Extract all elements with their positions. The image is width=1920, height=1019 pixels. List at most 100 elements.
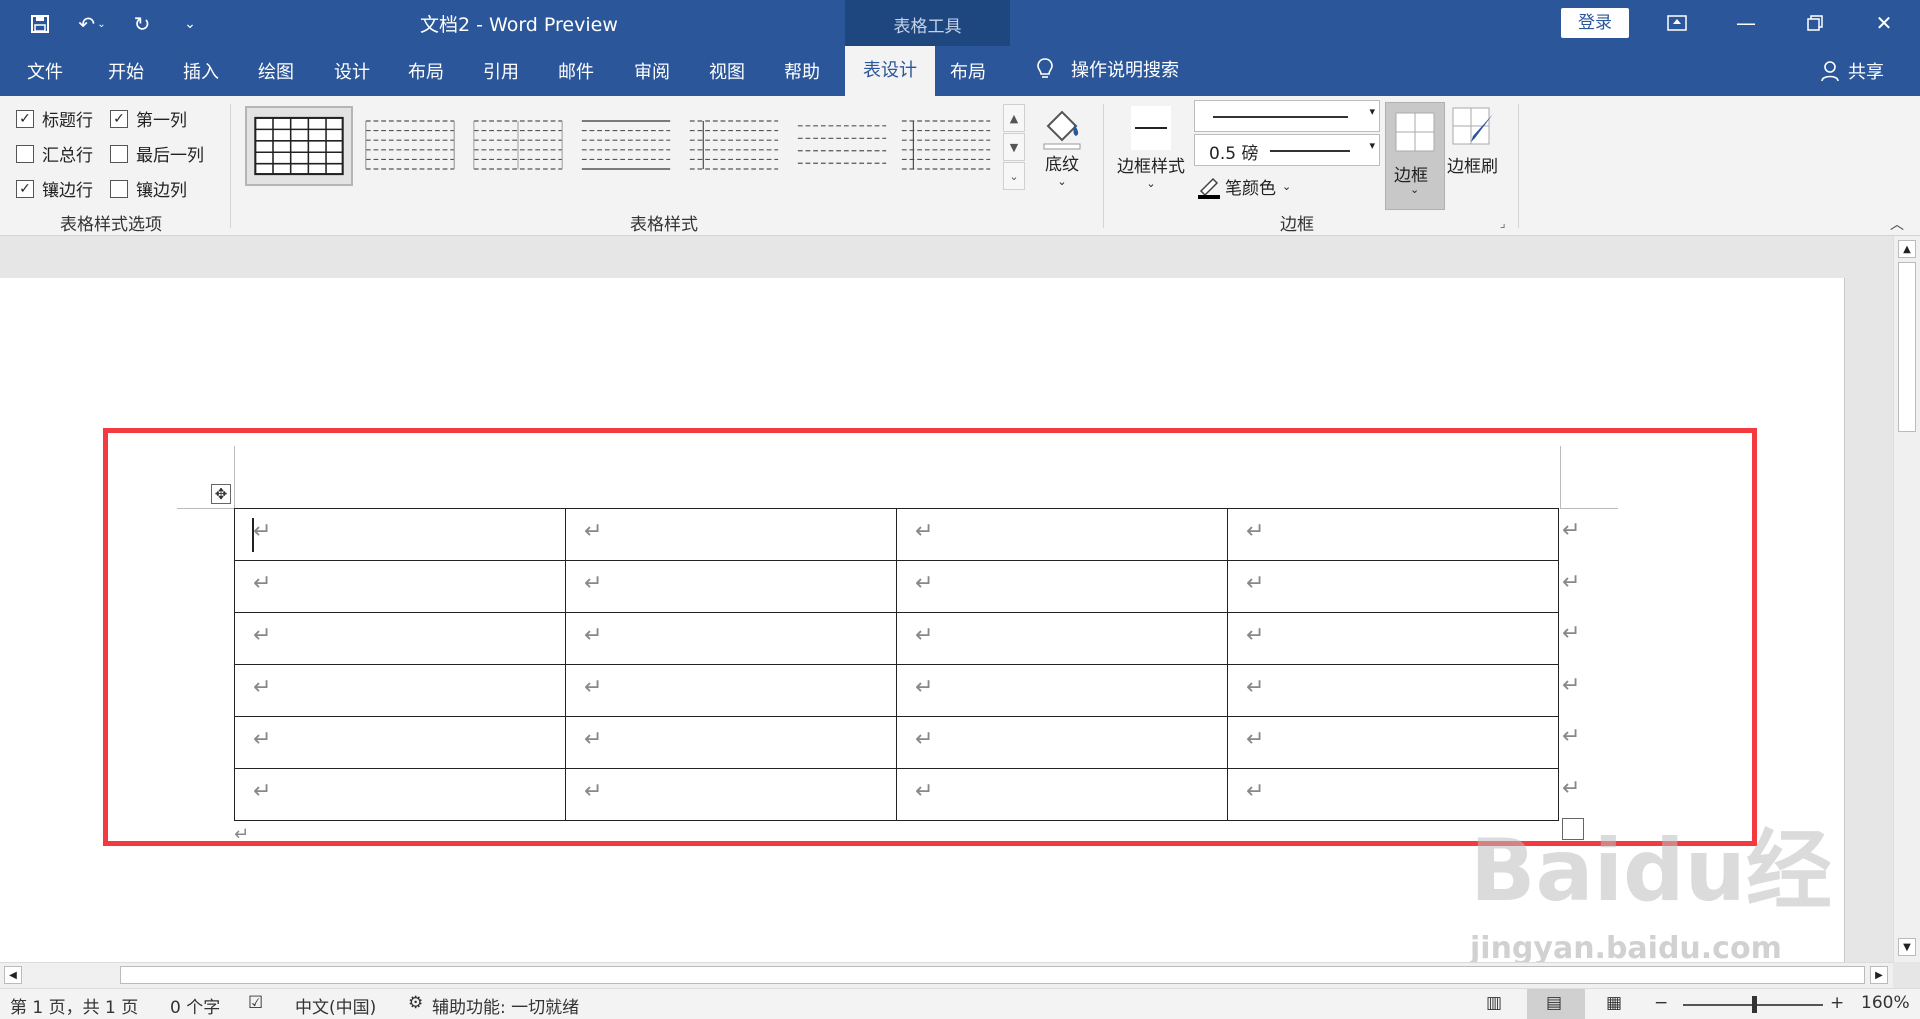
- accessibility-icon[interactable]: ⚙: [408, 993, 423, 1013]
- watermark: Baidu经验 jingyan.baidu.com: [1469, 820, 1918, 970]
- login-button[interactable]: 登录: [1561, 8, 1629, 38]
- border-style-icon: [1131, 106, 1171, 150]
- table-style-plain-3[interactable]: [578, 108, 674, 182]
- scroll-up-icon[interactable]: ▲: [1898, 240, 1916, 258]
- borders-group-label: 边框: [1280, 215, 1314, 235]
- tab-draw[interactable]: 绘图: [258, 58, 294, 84]
- page-count[interactable]: 第 1 页，共 1 页: [10, 993, 138, 1018]
- tab-layout[interactable]: 布局: [408, 58, 444, 84]
- print-layout-button[interactable]: ▤: [1527, 989, 1585, 1019]
- scroll-down-icon[interactable]: ▼: [1898, 938, 1916, 956]
- table-style-options-label: 表格样式选项: [60, 215, 162, 235]
- vertical-scroll-thumb[interactable]: [1898, 262, 1916, 432]
- checkbox-unchecked: [110, 144, 128, 163]
- total-row-checkbox[interactable]: 汇总行: [16, 141, 93, 166]
- vertical-scrollbar[interactable]: ▲ ▼: [1893, 236, 1920, 962]
- table-style-grid[interactable]: [245, 106, 353, 186]
- tab-references[interactable]: 引用: [483, 58, 519, 84]
- zoom-in-icon[interactable]: +: [1830, 993, 1844, 1013]
- chevron-down-icon: ⌄: [1057, 175, 1067, 188]
- table-tools-label: 表格工具: [893, 17, 962, 37]
- tab-home[interactable]: 开始: [108, 58, 144, 84]
- last-column-label: 最后一列: [136, 146, 204, 166]
- horizontal-scroll-thumb[interactable]: [120, 966, 1865, 984]
- close-icon[interactable]: ✕: [1864, 8, 1904, 38]
- tab-review[interactable]: 审阅: [634, 58, 670, 84]
- shading-button[interactable]: 底纹 ⌄: [1040, 104, 1084, 188]
- table-style-plain-1[interactable]: [362, 108, 458, 182]
- status-bar: 第 1 页，共 1 页 0 个字 ☑ 中文(中国) ⚙ 辅助功能: 一切就绪 ▥…: [0, 988, 1920, 1019]
- line-weight-preview: [1270, 150, 1350, 152]
- paint-bucket-icon: [1043, 110, 1081, 150]
- gallery-scroll-down-icon[interactable]: ▼: [1003, 133, 1025, 161]
- minimize-icon[interactable]: —: [1726, 8, 1766, 38]
- gallery-scroll-up-icon[interactable]: ▲: [1003, 104, 1025, 132]
- gallery-more-icon[interactable]: ⌄: [1003, 162, 1025, 190]
- ribbon-tabs: 文件 开始 插入 绘图 设计 布局 引用 邮件 审阅 视图 帮助 表设计 布局 …: [0, 46, 1920, 96]
- tab-table-design[interactable]: 表设计: [845, 46, 935, 96]
- word-count[interactable]: 0 个字: [170, 993, 220, 1018]
- title-bar: ↶ ⌄ ↻ ⌄ 文档2 - Word Preview 表格工具 登录 — ✕: [0, 0, 1920, 96]
- borders-icon: [1395, 112, 1435, 152]
- line-weight-dropdown[interactable]: 0.5 磅 ▾: [1194, 134, 1380, 166]
- accessibility-status[interactable]: 辅助功能: 一切就绪: [432, 993, 579, 1018]
- customize-quick-access-icon[interactable]: ⌄: [178, 12, 202, 36]
- horizontal-scrollbar[interactable]: ◀ ▶: [0, 962, 1893, 988]
- banded-rows-label: 镶边行: [42, 181, 93, 201]
- tab-view[interactable]: 视图: [709, 58, 745, 84]
- shading-label: 底纹: [1045, 155, 1079, 175]
- scroll-right-icon[interactable]: ▶: [1870, 966, 1888, 984]
- pen-icon: [1198, 177, 1220, 199]
- watermark-url: jingyan.baidu.com: [1470, 931, 1782, 966]
- table-style-plain-2[interactable]: [470, 108, 566, 182]
- restore-icon[interactable]: [1795, 8, 1835, 38]
- proofing-icon[interactable]: ☑: [248, 993, 263, 1013]
- undo-icon[interactable]: ↶ ⌄: [72, 12, 112, 36]
- language-indicator[interactable]: 中文(中国): [295, 993, 376, 1018]
- tell-me-search[interactable]: 操作说明搜索: [1035, 56, 1179, 82]
- tell-me-label: 操作说明搜索: [1071, 60, 1179, 81]
- share-button[interactable]: 共享: [1820, 58, 1884, 84]
- redo-icon[interactable]: ↻: [130, 12, 154, 36]
- zoom-slider-thumb[interactable]: [1752, 996, 1757, 1013]
- tab-file[interactable]: 文件: [27, 58, 63, 84]
- scroll-left-icon[interactable]: ◀: [4, 966, 22, 984]
- dialog-launcher-icon[interactable]: ⌟: [1500, 216, 1506, 230]
- line-style-dropdown[interactable]: ▾: [1194, 100, 1380, 132]
- table-style-plain-4[interactable]: [686, 108, 782, 182]
- first-column-checkbox[interactable]: ✓ 第一列: [110, 106, 187, 131]
- checkbox-checked: ✓: [16, 179, 34, 198]
- zoom-out-icon[interactable]: −: [1654, 993, 1668, 1013]
- zoom-level[interactable]: 160%: [1861, 993, 1910, 1013]
- banded-rows-checkbox[interactable]: ✓ 镶边行: [16, 176, 93, 201]
- group-separator: [1103, 104, 1104, 228]
- save-icon[interactable]: [28, 12, 52, 36]
- tab-design[interactable]: 设计: [334, 58, 370, 84]
- header-row-checkbox[interactable]: ✓ 标题行: [16, 106, 93, 131]
- ribbon-display-options-icon[interactable]: [1657, 8, 1697, 38]
- banded-columns-label: 镶边列: [136, 181, 187, 201]
- table-style-plain-5[interactable]: [794, 108, 890, 182]
- border-painter-icon: [1452, 107, 1493, 145]
- border-painter-button[interactable]: 边框刷: [1447, 104, 1498, 177]
- border-styles-button[interactable]: 边框样式 ⌄: [1117, 104, 1185, 190]
- tab-table-layout[interactable]: 布局: [950, 58, 986, 84]
- tab-insert[interactable]: 插入: [183, 58, 219, 84]
- chevron-down-icon: ▾: [1369, 139, 1375, 152]
- table-style-plain-6[interactable]: [898, 108, 994, 182]
- chevron-down-icon: ⌄: [1282, 180, 1292, 193]
- banded-columns-checkbox[interactable]: 镶边列: [110, 176, 187, 201]
- checkbox-unchecked: [110, 179, 128, 198]
- tab-help[interactable]: 帮助: [784, 58, 820, 84]
- collapse-ribbon-icon[interactable]: ︿: [1890, 214, 1904, 234]
- document-title: 文档2 - Word Preview: [420, 14, 618, 36]
- borders-button[interactable]: 边框 ⌄: [1385, 102, 1445, 210]
- pen-color-button[interactable]: 笔颜色 ⌄: [1197, 174, 1291, 199]
- read-mode-icon[interactable]: ▥: [1486, 993, 1502, 1013]
- checkbox-checked: ✓: [110, 109, 128, 128]
- last-column-checkbox[interactable]: 最后一列: [110, 141, 204, 166]
- first-column-label: 第一列: [136, 111, 187, 131]
- tab-mailings[interactable]: 邮件: [558, 58, 594, 84]
- border-painter-label: 边框刷: [1447, 157, 1498, 177]
- web-layout-icon[interactable]: ▦: [1606, 993, 1622, 1013]
